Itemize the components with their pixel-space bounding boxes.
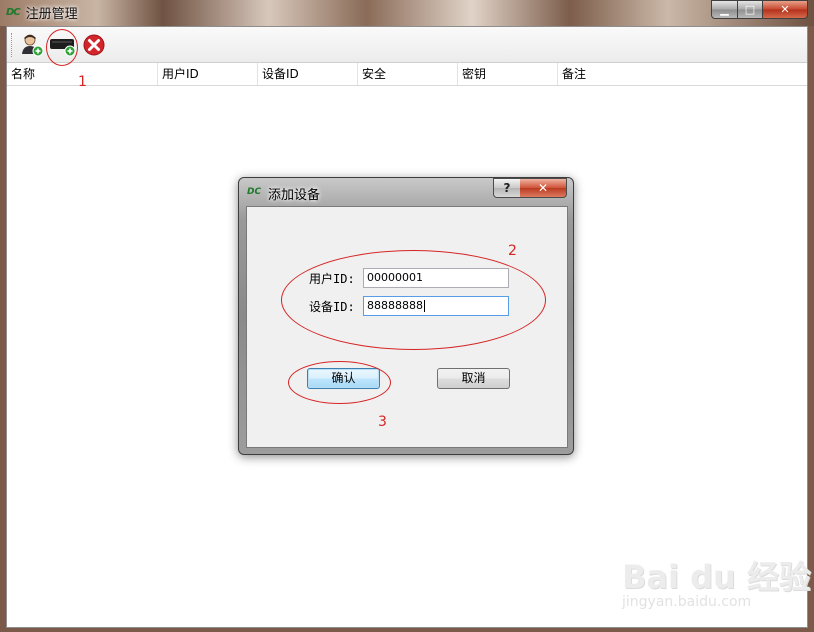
annotation-circle-2 — [281, 250, 546, 350]
column-header-key[interactable]: 密钥 — [458, 63, 558, 85]
title-bar[interactable]: DC 注册管理 ▁ □ ✕ — [0, 0, 814, 24]
table-header: 名称 用户ID 设备ID 安全 密钥 备注 — [7, 63, 807, 86]
dialog-title: 添加设备 — [268, 188, 321, 203]
window-controls: ▁ □ ✕ — [711, 0, 808, 19]
dialog-help-button[interactable]: ? — [493, 178, 521, 198]
help-icon: ? — [503, 181, 511, 195]
toolbar — [7, 27, 807, 63]
close-icon: ✕ — [537, 181, 549, 195]
annotation-label-2: 2 — [508, 243, 517, 259]
annotation-circle-3 — [288, 361, 391, 404]
toolbar-grip[interactable] — [11, 33, 14, 57]
window-title: 注册管理 — [25, 6, 78, 22]
column-header-security[interactable]: 安全 — [358, 63, 458, 85]
minimize-button[interactable]: ▁ — [711, 0, 738, 19]
close-button[interactable]: ✕ — [763, 0, 808, 19]
column-header-device-id[interactable]: 设备ID — [258, 63, 358, 85]
add-user-button[interactable] — [19, 32, 45, 58]
app-logo: DC — [6, 6, 21, 18]
delete-button[interactable] — [81, 32, 107, 58]
watermark-url: jingyan.baidu.com — [622, 594, 752, 610]
annotation-label-1: 1 — [78, 74, 87, 90]
dialog-close-button[interactable]: ✕ — [520, 178, 567, 198]
minimize-icon: ▁ — [720, 3, 729, 16]
column-header-remark[interactable]: 备注 — [558, 63, 807, 85]
annotation-label-3: 3 — [378, 414, 387, 430]
watermark-brand: Bai du 经验 — [622, 558, 811, 596]
annotation-circle-1 — [46, 29, 78, 66]
dialog-logo: DC — [247, 187, 262, 197]
close-icon: ✕ — [780, 3, 790, 16]
maximize-icon: □ — [744, 3, 756, 16]
user-add-icon — [22, 34, 44, 57]
delete-icon — [83, 34, 105, 56]
column-header-user-id[interactable]: 用户ID — [158, 63, 258, 85]
cancel-button[interactable]: 取消 — [437, 368, 510, 389]
maximize-button[interactable]: □ — [738, 0, 763, 19]
